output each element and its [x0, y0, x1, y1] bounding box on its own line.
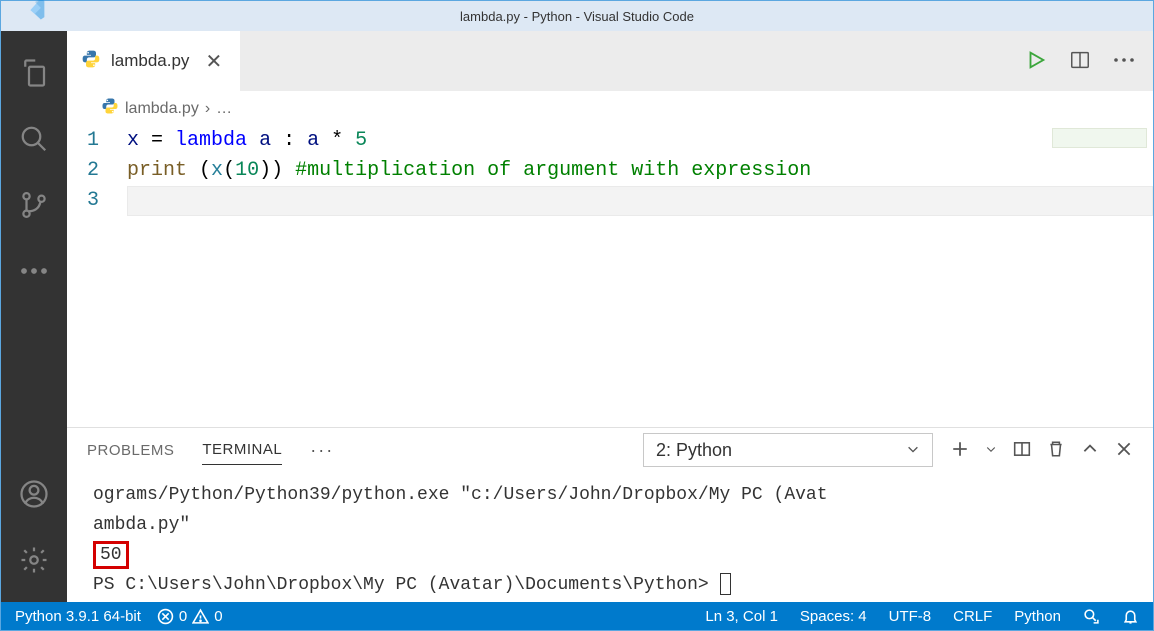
status-feedback-icon[interactable] — [1083, 608, 1100, 625]
terminal-cursor — [720, 573, 731, 595]
kill-terminal-icon[interactable] — [1047, 440, 1065, 461]
terminal-line: 50 — [93, 540, 1133, 570]
run-icon[interactable] — [1025, 49, 1047, 74]
editor-more-icon[interactable] — [1113, 49, 1135, 74]
tab-lambda-py[interactable]: lambda.py ✕ — [67, 31, 240, 91]
vscode-logo-icon — [21, 0, 49, 26]
code-line[interactable]: x = lambda a : a * 5 — [127, 126, 1153, 156]
activity-bar — [1, 31, 67, 602]
terminal-prompt-line: PS C:\Users\John\Dropbox\My PC (Avatar)\… — [93, 570, 1133, 600]
close-panel-icon[interactable] — [1115, 440, 1133, 461]
status-python-version[interactable]: Python 3.9.1 64-bit — [15, 608, 141, 625]
terminal-selector-value: 2: Python — [656, 440, 732, 461]
warning-icon — [192, 608, 209, 625]
line-gutter: 1 2 3 — [67, 126, 127, 427]
new-terminal-icon[interactable] — [951, 440, 969, 461]
breadcrumb-separator: › — [205, 100, 210, 118]
editor-area: lambda.py ✕ lambda.py › … — [67, 31, 1153, 602]
status-bar: Python 3.9.1 64-bit 0 0 Ln 3, Col 1 Spac… — [1, 602, 1153, 630]
maximize-panel-icon[interactable] — [1081, 440, 1099, 461]
split-terminal-icon[interactable] — [1013, 440, 1031, 461]
status-encoding[interactable]: UTF-8 — [889, 608, 932, 625]
chevron-down-icon — [906, 440, 920, 461]
source-control-icon[interactable] — [10, 181, 58, 229]
status-cursor-position[interactable]: Ln 3, Col 1 — [705, 608, 778, 625]
line-number: 3 — [67, 186, 99, 216]
window-title: lambda.py - Python - Visual Studio Code — [460, 9, 694, 24]
code-line[interactable]: print (x(10)) #multiplication of argumen… — [127, 156, 1153, 186]
search-icon[interactable] — [10, 115, 58, 163]
accounts-icon[interactable] — [10, 470, 58, 518]
close-tab-icon[interactable]: ✕ — [205, 49, 222, 74]
explorer-icon[interactable] — [10, 49, 58, 97]
breadcrumb-more: … — [216, 100, 232, 118]
status-notifications-icon[interactable] — [1122, 608, 1139, 625]
tab-filename: lambda.py — [111, 51, 189, 71]
editor-tabs: lambda.py ✕ — [67, 31, 1153, 91]
python-file-icon — [81, 49, 101, 74]
terminal-prompt: PS C:\Users\John\Dropbox\My PC (Avatar)\… — [93, 575, 720, 595]
tab-terminal[interactable]: TERMINAL — [202, 441, 282, 465]
code-content[interactable]: x = lambda a : a * 5 print (x(10)) #mult… — [127, 126, 1153, 427]
editor-actions — [1025, 49, 1135, 74]
line-number: 1 — [67, 126, 99, 156]
settings-gear-icon[interactable] — [10, 536, 58, 584]
more-icon[interactable] — [10, 247, 58, 295]
python-file-icon — [101, 97, 119, 120]
line-number: 2 — [67, 156, 99, 186]
terminal-output-highlight: 50 — [93, 541, 129, 569]
breadcrumb-file: lambda.py — [125, 100, 199, 118]
bottom-panel: PROBLEMS TERMINAL ··· 2: Python — [67, 427, 1153, 602]
split-terminal-chevron-icon[interactable] — [985, 442, 997, 458]
breadcrumb[interactable]: lambda.py › … — [67, 91, 1153, 124]
panel-tabs: PROBLEMS TERMINAL ··· 2: Python — [67, 428, 1153, 472]
status-eol[interactable]: CRLF — [953, 608, 992, 625]
main-area: lambda.py ✕ lambda.py › … — [1, 31, 1153, 602]
split-editor-icon[interactable] — [1069, 49, 1091, 74]
minimap[interactable] — [1052, 128, 1147, 148]
terminal-output[interactable]: ograms/Python/Python39/python.exe "c:/Us… — [67, 472, 1153, 602]
code-line-current[interactable] — [127, 186, 1153, 216]
status-problems[interactable]: 0 0 — [157, 608, 223, 625]
tab-problems[interactable]: PROBLEMS — [87, 442, 174, 459]
status-language-mode[interactable]: Python — [1014, 608, 1061, 625]
terminal-line: ambda.py" — [93, 510, 1133, 540]
error-icon — [157, 608, 174, 625]
title-bar: lambda.py - Python - Visual Studio Code — [1, 1, 1153, 31]
status-indentation[interactable]: Spaces: 4 — [800, 608, 867, 625]
code-editor[interactable]: 1 2 3 x = lambda a : a * 5 print (x(10))… — [67, 124, 1153, 427]
panel-more-icon[interactable]: ··· — [310, 440, 334, 461]
terminal-selector[interactable]: 2: Python — [643, 433, 933, 467]
terminal-line: ograms/Python/Python39/python.exe "c:/Us… — [93, 480, 1133, 510]
